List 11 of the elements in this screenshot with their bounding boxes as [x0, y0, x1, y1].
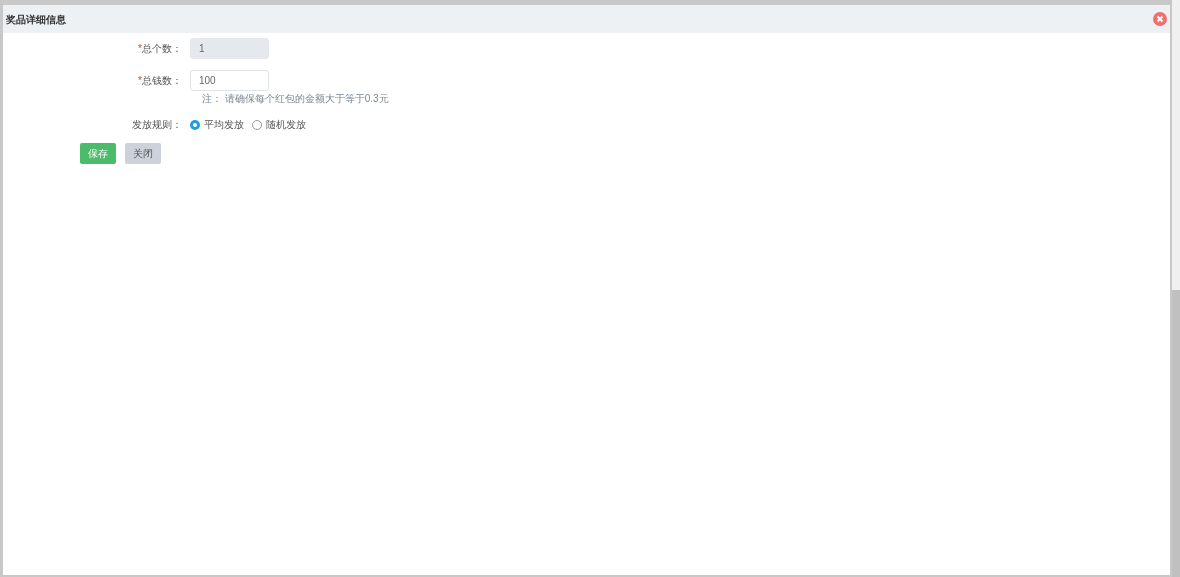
scrollbar[interactable] [1172, 0, 1180, 577]
close-icon[interactable] [1153, 12, 1167, 26]
radio-option[interactable]: 平均发放 [190, 117, 244, 132]
field-label: *总个数： [137, 42, 183, 56]
close-button[interactable]: 关闭 [125, 143, 161, 164]
field-note: 注： 请确保每个红包的金额大于等于0.3元 [202, 93, 390, 105]
field-label: 发放规则： [131, 118, 183, 132]
input-field[interactable]: 100 [190, 70, 269, 91]
dialog-title: 奖品详细信息 [6, 12, 66, 27]
radio-option[interactable]: 随机发放 [252, 117, 306, 132]
field-label: *总钱数： [137, 74, 183, 88]
